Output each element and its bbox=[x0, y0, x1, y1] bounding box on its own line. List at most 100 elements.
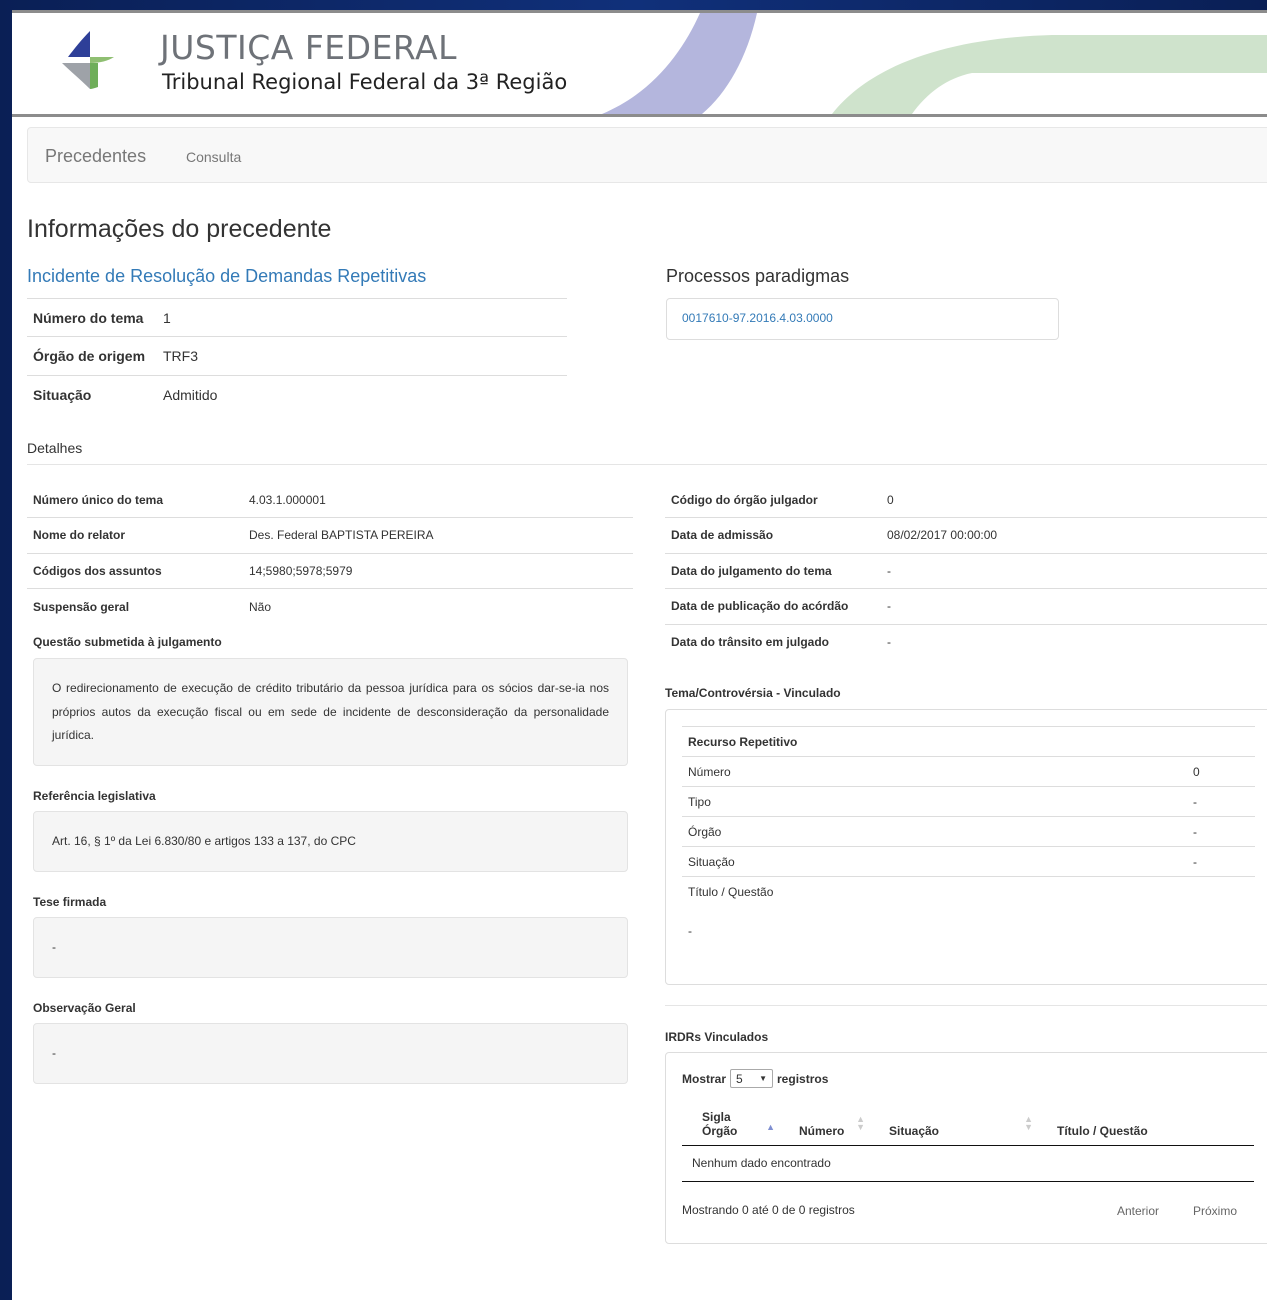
detail-value: 4.03.1.000001 bbox=[243, 482, 633, 518]
detail-value: - bbox=[881, 553, 1267, 589]
detalhes-label: Detalhes bbox=[27, 440, 83, 456]
orgao-origem-value: TRF3 bbox=[157, 336, 567, 376]
tese-well: - bbox=[33, 917, 628, 978]
col-titulo-label: Título / Questão bbox=[1057, 1123, 1148, 1138]
detail-label: Nome do relator bbox=[27, 517, 243, 554]
pagination-next[interactable]: Próximo bbox=[1193, 1204, 1237, 1218]
rr-label: Número bbox=[682, 756, 1187, 787]
recurso-repetitivo-table: Recurso Repetitivo Número 0 Tipo - Órgão - … bbox=[682, 726, 1255, 907]
numero-tema-value: 1 bbox=[157, 298, 567, 337]
empty-message: Nenhum dado encontrado bbox=[682, 1145, 1254, 1182]
col-situacao-label: Situação bbox=[889, 1123, 940, 1138]
observacao-well: - bbox=[33, 1023, 628, 1084]
numero-tema-label: Número do tema bbox=[27, 298, 157, 337]
table-row: Tipo - bbox=[682, 786, 1255, 817]
navbar: Precedentes Consulta bbox=[27, 127, 1267, 183]
detail-row: Códigos dos assuntos 14;5980;5978;5979 bbox=[27, 553, 633, 589]
detail-row: Data do trânsito em julgado - bbox=[665, 624, 1267, 660]
caret-down-icon: ▼ bbox=[759, 1074, 768, 1083]
detail-label: Data de admissão bbox=[665, 517, 881, 554]
detail-row: Código do órgão julgador 0 bbox=[665, 482, 1267, 518]
recurso-repetitivo-heading: Recurso Repetitivo bbox=[682, 726, 1255, 757]
rr-label: Tipo bbox=[682, 786, 1187, 817]
detail-value: 14;5980;5978;5979 bbox=[243, 553, 633, 589]
tema-vinculado-label: Tema/Controvérsia - Vinculado bbox=[665, 686, 841, 700]
col-situacao[interactable]: Situação ▲ ▼ bbox=[869, 1103, 1037, 1146]
table-row: Título / Questão bbox=[682, 877, 1255, 907]
questao-well: O redirecionamento de execução de crédit… bbox=[33, 658, 628, 766]
rr-value: - bbox=[1187, 816, 1255, 847]
detail-row: Data de admissão 08/02/2017 00:00:00 bbox=[665, 517, 1267, 554]
detail-label: Data do julgamento do tema bbox=[665, 553, 881, 589]
tese-label: Tese firmada bbox=[33, 895, 107, 909]
observacao-label: Observação Geral bbox=[33, 1001, 136, 1015]
detail-value: - bbox=[881, 588, 1267, 625]
irdrs-panel: Mostrar 5 ▼ registros Sigla Órgão ▲ Núme… bbox=[665, 1052, 1267, 1244]
details-left-table: Número único do tema 4.03.1.000001 Nome d… bbox=[27, 482, 633, 624]
details-right-table: Código do órgão julgador 0 Data de admiss… bbox=[665, 482, 1267, 660]
table-header-row: Sigla Órgão ▲ Número ▲ ▼ Situação ▲ ▼ Títu… bbox=[682, 1103, 1254, 1146]
precedent-info-table: Número do tema 1 Órgão de origem TRF3 Si… bbox=[27, 298, 567, 415]
table-row: Órgão - bbox=[682, 816, 1255, 847]
nav-brand-precedentes[interactable]: Precedentes bbox=[45, 146, 146, 167]
irdrs-label: IRDRs Vinculados bbox=[665, 1030, 769, 1044]
titulo-questao-value: - bbox=[688, 924, 692, 938]
pagination-previous[interactable]: Anterior bbox=[1117, 1204, 1159, 1218]
table-row: Nenhum dado encontrado bbox=[682, 1145, 1254, 1182]
detail-row: Data do julgamento do tema - bbox=[665, 553, 1267, 589]
detail-value: Des. Federal BAPTISTA PEREIRA bbox=[243, 517, 633, 554]
detail-label: Códigos dos assuntos bbox=[27, 553, 243, 589]
detail-row: Número único do tema 4.03.1.000001 bbox=[27, 482, 633, 518]
rr-value: 0 bbox=[1187, 756, 1255, 787]
divider bbox=[27, 464, 1267, 465]
situacao-value: Admitido bbox=[157, 375, 567, 415]
rr-value: - bbox=[1187, 846, 1255, 877]
titulo-questao-label: Título / Questão bbox=[688, 884, 774, 899]
detail-value: - bbox=[887, 635, 891, 649]
detail-value: 08/02/2017 00:00:00 bbox=[881, 517, 1267, 554]
col-sigla-line1: Sigla bbox=[702, 1109, 731, 1124]
page-size-select[interactable]: 5 ▼ bbox=[730, 1069, 774, 1088]
referencia-label: Referência legislativa bbox=[33, 789, 156, 803]
processos-paradigmas-heading: Processos paradigmas bbox=[666, 266, 850, 286]
site-header: JUSTIÇA FEDERAL Tribunal Regional Federa… bbox=[12, 10, 1267, 117]
processo-link[interactable]: 0017610-97.2016.4.03.0000 bbox=[682, 311, 833, 325]
col-numero-label: Número bbox=[799, 1123, 845, 1138]
table-row: Recurso Repetitivo bbox=[682, 726, 1255, 757]
detail-row: Data de publicação do acórdão - bbox=[665, 588, 1267, 625]
col-sigla-line2: Órgão bbox=[702, 1123, 738, 1138]
col-sigla-orgao[interactable]: Sigla Órgão ▲ bbox=[682, 1103, 779, 1146]
brand-title: JUSTIÇA FEDERAL bbox=[160, 28, 457, 67]
info-row: Número do tema 1 bbox=[27, 298, 567, 337]
detail-label: Suspensão geral bbox=[33, 599, 130, 614]
nav-link-consulta[interactable]: Consulta bbox=[186, 149, 241, 165]
divider bbox=[665, 1005, 1267, 1006]
detail-label: Data do trânsito em julgado bbox=[671, 635, 830, 649]
brand-subtitle: Tribunal Regional Federal da 3ª Região bbox=[162, 70, 568, 94]
referencia-well: Art. 16, § 1º da Lei 6.830/80 e artigos … bbox=[33, 811, 628, 872]
detail-value: 0 bbox=[881, 482, 1267, 518]
detail-row: Suspensão geral Não bbox=[27, 589, 633, 625]
orgao-origem-label: Órgão de origem bbox=[27, 336, 157, 376]
info-row: Situação Admitido bbox=[27, 375, 567, 415]
rr-value: - bbox=[1187, 786, 1255, 817]
sort-both-icon: ▲ ▼ bbox=[1024, 1113, 1033, 1132]
processos-list: 0017610-97.2016.4.03.0000 bbox=[666, 298, 1059, 340]
page-length-control: Mostrar 5 ▼ registros bbox=[682, 1069, 828, 1088]
page-title: Informações do precedente bbox=[27, 215, 332, 243]
irdrs-table: Sigla Órgão ▲ Número ▲ ▼ Situação ▲ ▼ Títu… bbox=[682, 1103, 1254, 1182]
rr-label: Situação bbox=[682, 846, 1187, 877]
sort-both-icon: ▲ ▼ bbox=[856, 1113, 865, 1132]
table-info: Mostrando 0 até 0 de 0 registros bbox=[682, 1203, 855, 1217]
info-row: Órgão de origem TRF3 bbox=[27, 336, 567, 376]
sort-asc-icon: ▲ bbox=[766, 1121, 775, 1132]
detail-label: Número único do tema bbox=[27, 482, 243, 518]
detail-row: Nome do relator Des. Federal BAPTISTA PER… bbox=[27, 517, 633, 554]
situacao-label: Situação bbox=[27, 375, 157, 415]
detail-label: Código do órgão julgador bbox=[665, 482, 881, 518]
table-row: Situação - bbox=[682, 846, 1255, 877]
col-titulo-questao[interactable]: Título / Questão bbox=[1037, 1103, 1254, 1146]
rr-label: Órgão bbox=[682, 816, 1187, 847]
justica-federal-logo bbox=[62, 31, 114, 89]
col-numero[interactable]: Número ▲ ▼ bbox=[779, 1103, 869, 1146]
